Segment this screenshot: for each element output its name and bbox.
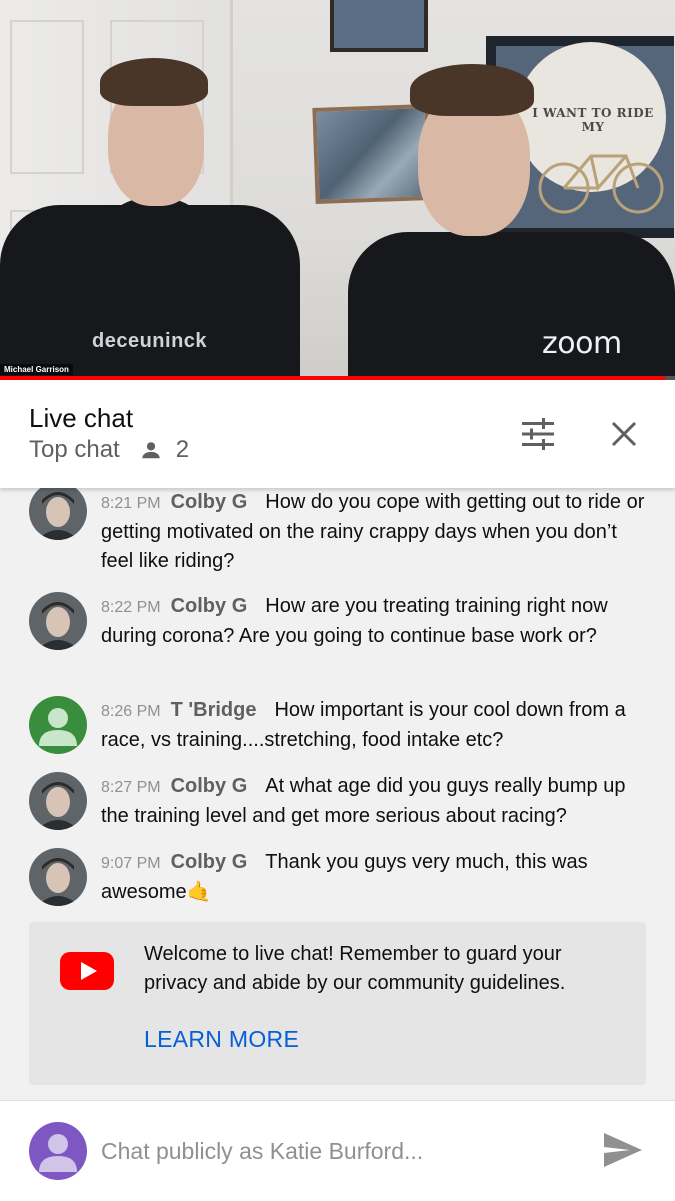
message-author[interactable]: Colby G <box>171 775 248 797</box>
viewer-count: 2 <box>175 436 190 463</box>
bicycle-icon <box>538 154 664 214</box>
message-author[interactable]: T 'Bridge <box>171 699 257 721</box>
chat-message: 8:26 PM T 'Bridge How important is your co… <box>0 696 675 760</box>
learn-more-link[interactable]: LEARN MORE <box>144 1026 299 1053</box>
zoom-watermark: zoom <box>542 326 622 361</box>
user-avatar <box>29 1122 87 1180</box>
chat-message: 8:22 PM Colby G How are you treating train… <box>0 592 675 684</box>
avatar[interactable] <box>29 488 87 540</box>
chat-message: 8:27 PM Colby G At what age did you guys r… <box>0 772 675 836</box>
chat-title: Live chat <box>29 403 134 433</box>
jersey-logo: deceuninck <box>92 330 208 352</box>
video-player[interactable]: I WANT TO RIDE MY deceuninck zoom Michae… <box>0 0 675 380</box>
message-time: 8:21 PM <box>101 495 161 512</box>
chat-message: 8:21 PM Colby G How do you cope with getti… <box>0 488 675 580</box>
close-icon[interactable] <box>600 412 648 456</box>
chat-input[interactable]: Chat publicly as Katie Burford... <box>101 1138 423 1165</box>
welcome-banner: Welcome to live chat! Remember to guard … <box>29 922 646 1085</box>
message-time: 8:22 PM <box>101 599 161 616</box>
chat-input-bar: Chat publicly as Katie Burford... <box>0 1100 675 1201</box>
wall-photo <box>312 104 432 204</box>
person-icon <box>140 439 162 461</box>
youtube-icon <box>60 952 114 995</box>
send-icon[interactable] <box>602 1131 644 1174</box>
message-author[interactable]: Colby G <box>171 595 248 617</box>
chat-mode-label: Top chat <box>29 436 120 463</box>
chat-header: Live chat Top chat 2 <box>0 380 675 488</box>
chat-message: 9:07 PM Colby G Thank you guys very much, … <box>0 848 675 912</box>
wall-frame <box>330 0 428 52</box>
message-author[interactable]: Colby G <box>171 851 248 873</box>
participant-name-tag: Michael Garrison <box>0 364 73 375</box>
avatar[interactable] <box>29 848 87 906</box>
message-author[interactable]: Colby G <box>171 491 248 513</box>
poster-text: I WANT TO RIDE MY <box>532 106 654 134</box>
message-time: 8:27 PM <box>101 779 161 796</box>
tune-icon[interactable] <box>512 412 564 456</box>
message-time: 8:26 PM <box>101 703 161 720</box>
chat-message-list[interactable]: 8:21 PM Colby G How do you cope with getti… <box>0 488 675 1098</box>
welcome-text: Welcome to live chat! Remember to guard … <box>144 943 566 994</box>
avatar[interactable] <box>29 772 87 830</box>
chat-mode-selector[interactable]: Top chat 2 <box>29 436 189 464</box>
avatar[interactable] <box>29 592 87 650</box>
message-time: 9:07 PM <box>101 855 161 872</box>
avatar[interactable] <box>29 696 87 754</box>
